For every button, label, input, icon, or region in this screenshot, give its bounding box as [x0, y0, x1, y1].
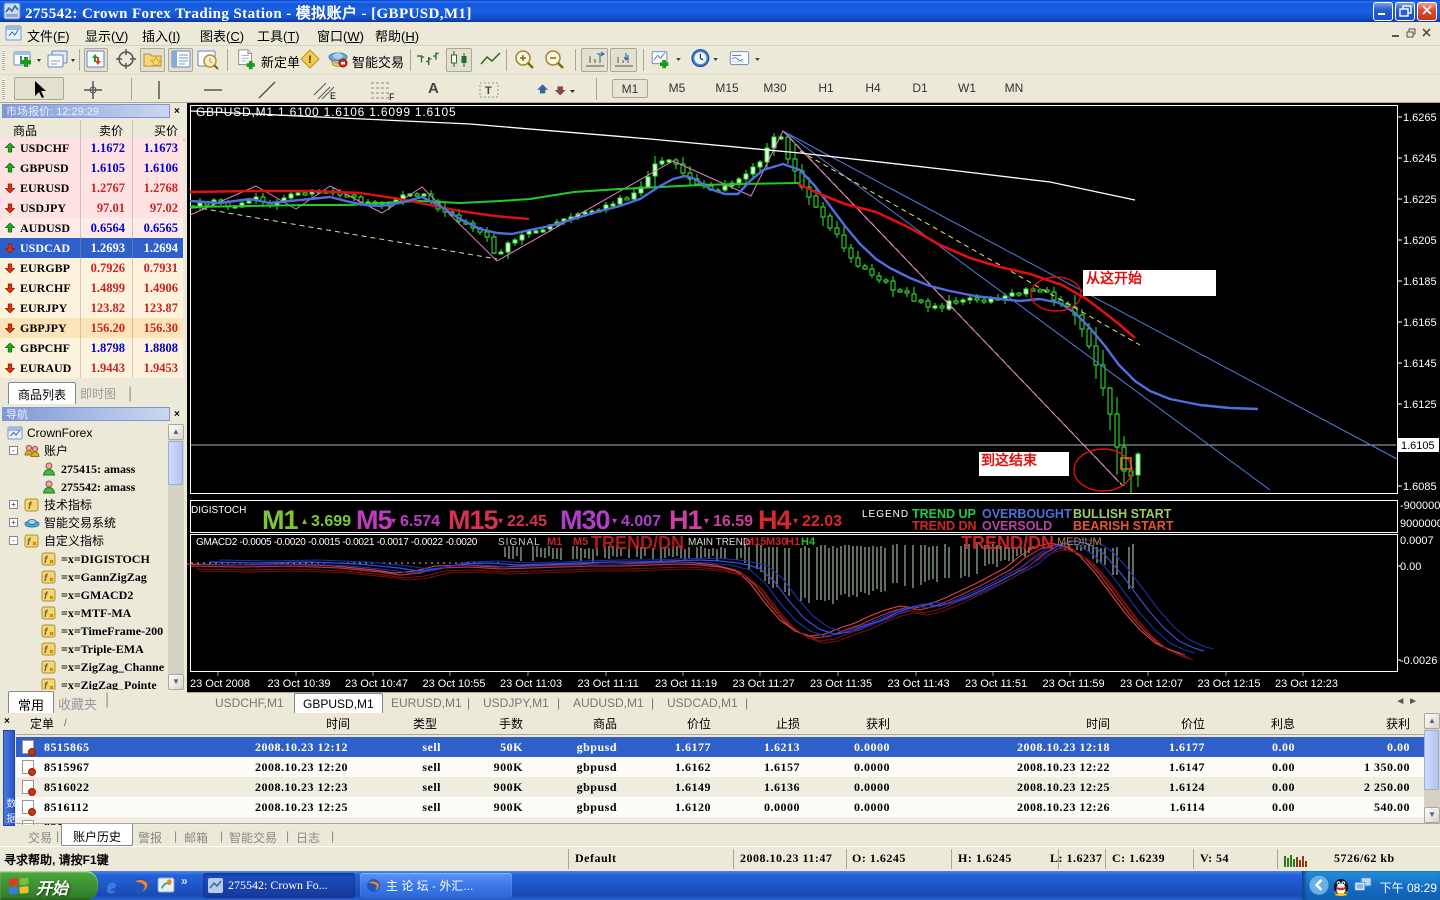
svg-text:M1: M1: [262, 505, 298, 535]
svg-text:H1: H1: [786, 536, 800, 548]
svg-text:22.45: 22.45: [507, 513, 547, 530]
svg-text:H4: H4: [801, 536, 816, 548]
svg-text:LEGEND: LEGEND: [862, 509, 909, 520]
svg-text:4.007: 4.007: [621, 513, 661, 530]
svg-text:从这开始: 从这开始: [1086, 268, 1142, 288]
svg-text:3.699: 3.699: [311, 513, 351, 530]
svg-text:-9000000: -9000000: [1400, 500, 1440, 512]
svg-text:▾: ▾: [498, 516, 503, 527]
svg-text:9000000: 9000000: [1400, 518, 1440, 530]
svg-text:H1: H1: [669, 505, 702, 535]
svg-text:M15: M15: [448, 505, 499, 535]
svg-text:F: F: [389, 92, 395, 102]
svg-text:TREND/DN: TREND/DN: [961, 533, 1054, 553]
svg-text:▾: ▾: [704, 516, 709, 527]
svg-text:1.6265: 1.6265: [1403, 112, 1437, 124]
svg-text:到这结束: 到这结束: [981, 450, 1038, 470]
svg-text:▴: ▴: [302, 516, 307, 527]
svg-text:MAIN TREND: MAIN TREND: [688, 537, 750, 548]
svg-text:-0.0026: -0.0026: [1400, 655, 1437, 667]
svg-text:E: E: [330, 91, 336, 101]
svg-text:▾: ▾: [391, 516, 396, 527]
svg-text:23 Oct 10:39: 23 Oct 10:39: [268, 678, 331, 690]
svg-text:M30: M30: [766, 536, 787, 548]
svg-text:TREND DN: TREND DN: [912, 519, 977, 533]
svg-text:1.6085: 1.6085: [1403, 481, 1437, 493]
svg-text:23 Oct 11:51: 23 Oct 11:51: [965, 678, 1027, 690]
svg-text:1.6125: 1.6125: [1403, 399, 1437, 411]
svg-text:M15: M15: [745, 536, 766, 548]
svg-text:1.6245: 1.6245: [1403, 153, 1437, 165]
svg-text:!: !: [308, 54, 312, 66]
svg-text:1.6225: 1.6225: [1403, 194, 1437, 206]
svg-text:1.6205: 1.6205: [1403, 235, 1437, 247]
svg-text:▾: ▾: [612, 516, 617, 527]
svg-text:MEDIUM: MEDIUM: [1057, 536, 1102, 548]
svg-text:23 Oct 11:35: 23 Oct 11:35: [810, 678, 872, 690]
svg-text:22.03: 22.03: [802, 513, 842, 530]
svg-text:16.59: 16.59: [713, 513, 753, 530]
svg-text:M5: M5: [356, 505, 392, 535]
svg-text:OVERSOLD: OVERSOLD: [982, 519, 1052, 533]
svg-text:23 Oct 11:11: 23 Oct 11:11: [578, 678, 639, 690]
svg-text:M5: M5: [573, 536, 588, 548]
svg-text:M1: M1: [547, 536, 562, 548]
svg-text:23 Oct 11:59: 23 Oct 11:59: [1043, 678, 1105, 690]
svg-text:23 Oct 11:27: 23 Oct 11:27: [733, 678, 795, 690]
svg-text:T: T: [485, 85, 492, 97]
svg-text:23 Oct 10:47: 23 Oct 10:47: [345, 678, 408, 690]
svg-text:23 Oct 2008: 23 Oct 2008: [190, 678, 250, 690]
svg-text:TREND/DN: TREND/DN: [591, 533, 684, 553]
svg-text:DIGISTOCH: DIGISTOCH: [191, 505, 246, 516]
svg-text:H4: H4: [758, 505, 791, 535]
svg-text:1.6165: 1.6165: [1403, 317, 1437, 329]
svg-text:23 Oct 12:23: 23 Oct 12:23: [1275, 678, 1338, 690]
svg-text:SIGNAL: SIGNAL: [498, 537, 541, 548]
svg-text:GBPUSD,M1 1.6100 1.6106 1.609: GBPUSD,M1 1.6100 1.6106 1.6099 1.6105: [196, 105, 456, 119]
svg-text:0.00: 0.00: [1400, 561, 1421, 573]
svg-text:23 Oct 10:55: 23 Oct 10:55: [423, 678, 486, 690]
svg-text:1.6105: 1.6105: [1401, 440, 1435, 452]
svg-text:M30: M30: [560, 505, 610, 535]
svg-text:6.574: 6.574: [400, 513, 440, 530]
svg-text:1.6145: 1.6145: [1403, 358, 1437, 370]
svg-text:0.0007: 0.0007: [1400, 535, 1434, 547]
svg-text:1.6185: 1.6185: [1403, 276, 1437, 288]
svg-text:BEARISH START: BEARISH START: [1073, 519, 1174, 533]
svg-text:23 Oct 12:07: 23 Oct 12:07: [1120, 678, 1183, 690]
svg-text:23 Oct 11:19: 23 Oct 11:19: [655, 678, 717, 690]
svg-text:23 Oct 12:15: 23 Oct 12:15: [1198, 678, 1261, 690]
svg-text:GMACD2 -0.0005 -0.0020 -0.0015: GMACD2 -0.0005 -0.0020 -0.0015 -0.0021 -…: [196, 537, 478, 548]
svg-text:23 Oct 11:43: 23 Oct 11:43: [888, 678, 950, 690]
svg-text:▾: ▾: [793, 516, 798, 527]
svg-text:23 Oct 11:03: 23 Oct 11:03: [500, 678, 562, 690]
